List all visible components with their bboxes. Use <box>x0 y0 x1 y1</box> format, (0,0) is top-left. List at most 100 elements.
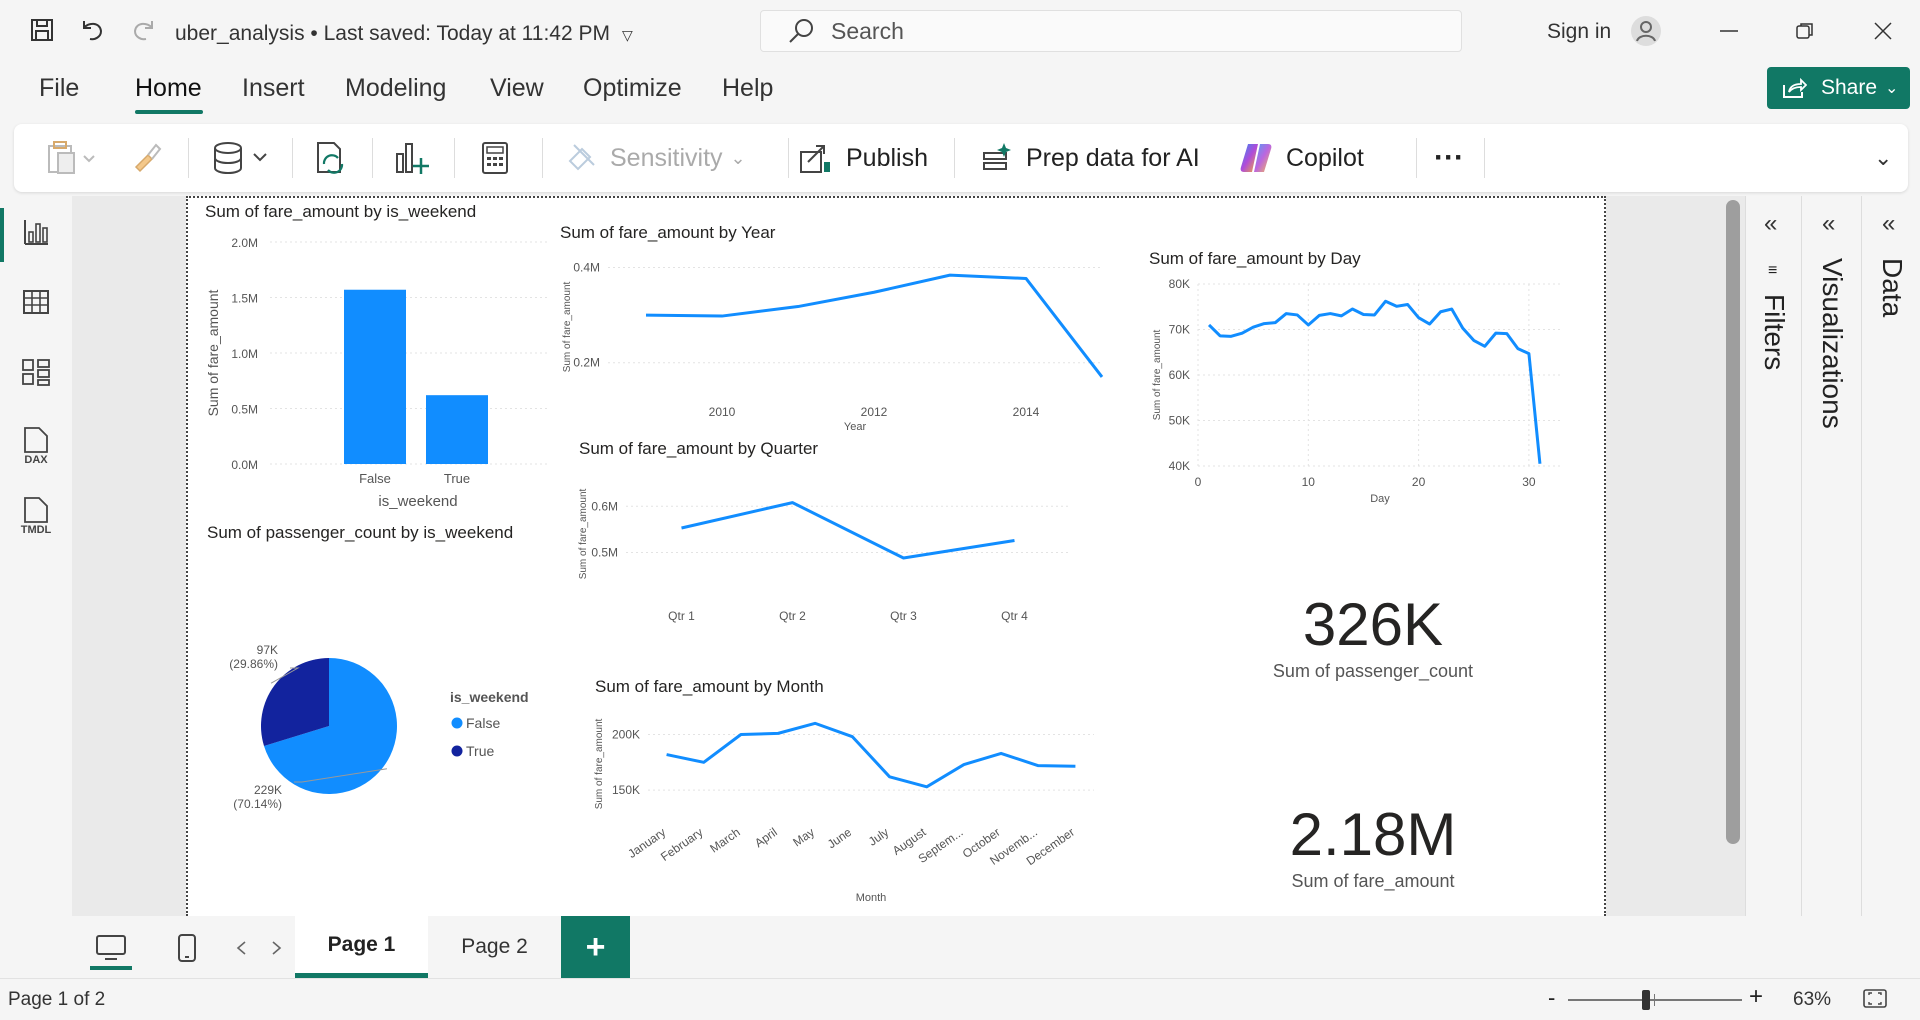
y-tick-label: 150K <box>612 783 640 797</box>
close-icon[interactable] <box>1868 16 1898 46</box>
sensitivity-button[interactable]: Sensitivity ⌄ <box>566 136 746 180</box>
share-button[interactable]: Share ⌄ <box>1767 67 1910 109</box>
view-switcher-rail: DAX TMDL <box>0 196 72 916</box>
y-tick-label: 2.0M <box>231 236 258 250</box>
menu-help[interactable]: Help <box>722 74 773 103</box>
card-value-fare-amount: 2.18M <box>1289 801 1457 868</box>
more-options-button[interactable]: ··· <box>1422 136 1464 180</box>
visual-title-line-year: Sum of fare_amount by Year <box>560 223 776 242</box>
menu-modeling[interactable]: Modeling <box>345 74 446 103</box>
chevron-down-icon[interactable]: ▽ <box>622 27 633 43</box>
collapse-ribbon-button[interactable]: ⌄ <box>1874 136 1892 180</box>
undo-icon[interactable] <box>76 14 108 46</box>
tab-page-1[interactable]: Page 1 <box>295 916 428 978</box>
zoom-slider-thumb[interactable] <box>1642 990 1651 1010</box>
zoom-slider[interactable] <box>1568 990 1742 1010</box>
filters-pane[interactable]: « ≡ Filters <box>1745 196 1801 916</box>
expand-filters-icon[interactable]: « <box>1764 210 1777 238</box>
ribbon-separator <box>292 138 293 178</box>
report-view-icon <box>24 220 48 245</box>
pie-value-label: 97K <box>257 643 278 657</box>
line-chart-fare-by-year[interactable]: 2010 2012 2014 0.2M 0.4M Year Sum of fare_amou… <box>556 246 1116 436</box>
publish-button[interactable]: Publish <box>798 136 928 180</box>
zoom-in-button[interactable]: + <box>1749 983 1763 1011</box>
search-icon <box>789 19 813 43</box>
save-icon[interactable] <box>26 14 58 46</box>
y-tick-label: 0.2M <box>573 356 600 370</box>
calculator-icon <box>482 142 508 174</box>
add-page-button[interactable]: + <box>561 916 630 978</box>
ribbon-separator <box>372 138 373 178</box>
menu-insert[interactable]: Insert <box>242 74 305 103</box>
pie-chart-passengers-by-weekend[interactable]: 229K(70.14%) 97K(29.86%) is_weekend False Tr… <box>200 628 560 828</box>
line-chart-fare-by-month[interactable]: JanuaryFebruary March April May June JulyAugu… <box>590 700 1110 908</box>
new-visual-button[interactable] <box>394 136 430 180</box>
data-pane[interactable]: « Data <box>1861 196 1920 916</box>
copilot-button[interactable]: Copilot <box>1238 136 1364 180</box>
active-view-indicator <box>0 208 4 262</box>
sensitivity-icon <box>568 144 595 171</box>
dax-query-view-button[interactable]: DAX <box>18 424 54 468</box>
canvas-scrollbar[interactable] <box>1726 200 1740 844</box>
bar-chart-fare-by-weekend[interactable]: 0.0M 0.5M 1.0M 1.5M 2.0M False True is_weekend S… <box>200 228 556 510</box>
fit-to-page-icon[interactable] <box>1862 987 1888 1016</box>
power-bi-window: uber_analysis • Last saved: Today at 11:… <box>0 0 1920 1020</box>
title-bar: uber_analysis • Last saved: Today at 11:… <box>0 0 1920 62</box>
tmdl-icon-label: TMDL <box>21 524 52 536</box>
desktop-layout-button[interactable] <box>86 926 136 970</box>
y-axis-title: Sum of fare_amount <box>205 289 221 416</box>
y-tick-label: 0.0M <box>231 458 258 472</box>
series-line <box>645 273 1104 378</box>
table-view-icon <box>23 290 49 314</box>
x-tick-label: False <box>359 471 391 486</box>
y-tick-label: 60K <box>1169 368 1190 382</box>
card-label-fare-amount: Sum of fare_amount <box>1291 871 1455 891</box>
table-view-button[interactable] <box>18 284 54 320</box>
mobile-layout-button[interactable] <box>162 926 212 970</box>
zoom-level[interactable]: 63% <box>1793 989 1831 1011</box>
x-axis-title: Year <box>844 421 867 433</box>
expand-data-icon[interactable]: « <box>1882 210 1895 238</box>
y-tick-label: 1.5M <box>231 292 258 306</box>
restore-icon[interactable] <box>1790 16 1820 46</box>
tab-page-2[interactable]: Page 2 <box>428 916 561 978</box>
minimize-icon[interactable] <box>1714 16 1744 46</box>
card-value-passenger-count: 326K <box>1302 591 1444 658</box>
document-title[interactable]: uber_analysis • Last saved: Today at 11:… <box>175 22 633 46</box>
x-tick-label: 30 <box>1522 475 1536 489</box>
x-axis-title: Month <box>856 892 887 904</box>
refresh-button[interactable] <box>314 136 348 180</box>
format-painter-button[interactable] <box>130 136 164 180</box>
card-label-passenger-count: Sum of passenger_count <box>1272 661 1474 681</box>
new-measure-button[interactable] <box>480 136 510 180</box>
x-tick-label: 10 <box>1302 475 1316 489</box>
expand-visualizations-icon[interactable]: « <box>1822 210 1835 238</box>
visualizations-pane[interactable]: « Visualizations <box>1801 196 1861 916</box>
dax-icon-label: DAX <box>24 454 48 466</box>
menu-view[interactable]: View <box>490 74 544 103</box>
menu-optimize[interactable]: Optimize <box>583 74 682 103</box>
menu-file[interactable]: File <box>39 74 79 103</box>
dax-query-icon: DAX <box>24 427 48 466</box>
report-view-button[interactable] <box>18 214 54 250</box>
legend-marker-false <box>451 717 463 729</box>
visual-title-line-quarter: Sum of fare_amount by Quarter <box>579 439 819 458</box>
search-input[interactable]: Search <box>760 10 1462 52</box>
prep-data-ai-button[interactable]: Prep data for AI <box>980 136 1200 180</box>
zoom-out-button[interactable]: - <box>1548 985 1555 1011</box>
sign-in-link[interactable]: Sign in <box>1547 20 1611 44</box>
line-chart-fare-by-quarter[interactable]: Qtr 1 Qtr 2 Qtr 3 Qtr 4 0.5M 0.6MSum of fare_… <box>576 464 1076 624</box>
active-layout-indicator <box>90 966 132 970</box>
paste-button[interactable] <box>46 136 96 180</box>
menu-home[interactable]: Home <box>135 74 202 103</box>
redo-icon[interactable] <box>128 14 160 46</box>
line-chart-fare-by-day[interactable]: 0 10 20 30 40K 50K 60K 70K 80K Day Sum of fare_amo… <box>1146 272 1566 508</box>
model-view-button[interactable] <box>18 354 54 390</box>
tmdl-view-button[interactable]: TMDL <box>18 494 54 538</box>
y-tick-label: 70K <box>1169 323 1190 337</box>
pie-value-label: 229K <box>254 783 282 797</box>
copilot-icon <box>1240 144 1272 172</box>
avatar-icon[interactable] <box>1630 15 1662 47</box>
get-data-button[interactable] <box>210 136 272 180</box>
chevron-right-icon <box>272 941 282 955</box>
